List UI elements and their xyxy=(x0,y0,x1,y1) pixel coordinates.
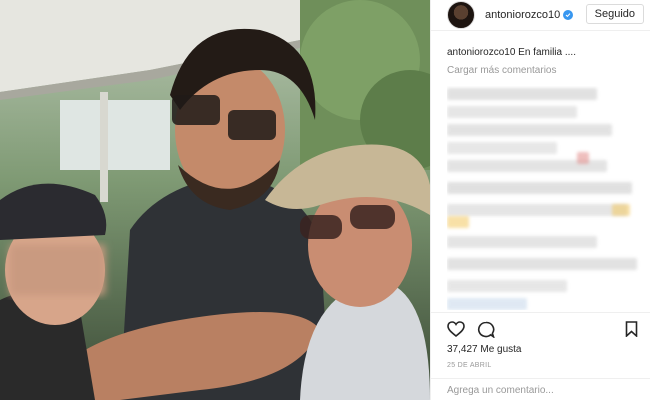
blurred-emoji xyxy=(447,216,469,228)
following-button[interactable]: Seguido xyxy=(585,4,644,24)
blurred-emoji xyxy=(577,152,589,164)
caption-text: En familia .... xyxy=(518,47,576,58)
author-username[interactable]: antoniorozco10 xyxy=(485,9,560,21)
post-photo[interactable] xyxy=(0,0,430,400)
family-selfie-image xyxy=(0,0,430,400)
comment-input[interactable] xyxy=(447,385,637,396)
pixelated-face xyxy=(10,245,105,295)
blurred-comment xyxy=(447,236,597,248)
heart-icon[interactable] xyxy=(447,321,465,342)
blurred-comment xyxy=(447,88,597,100)
blurred-comment xyxy=(447,106,577,118)
caption-username[interactable]: antoniorozco10 xyxy=(447,47,515,58)
blurred-comments xyxy=(447,86,647,310)
post-header: antoniorozco10 Seguido xyxy=(431,0,650,31)
blurred-comment xyxy=(447,258,637,270)
speech-bubble-icon[interactable] xyxy=(477,321,496,343)
instagram-post: antoniorozco10 Seguido antoniorozco10 En… xyxy=(0,0,650,400)
blurred-emoji xyxy=(612,204,630,216)
blurred-comment xyxy=(447,280,567,292)
blurred-comment xyxy=(447,204,627,216)
blurred-comment xyxy=(447,182,632,194)
post-actions xyxy=(431,312,650,343)
blurred-comment xyxy=(447,142,557,154)
verified-badge-icon xyxy=(563,10,574,20)
add-comment-bar xyxy=(431,378,650,400)
blurred-comment xyxy=(447,124,612,136)
bookmark-icon[interactable] xyxy=(625,321,638,342)
blurred-comment xyxy=(447,298,527,310)
post-caption: antoniorozco10 En familia .... xyxy=(431,31,650,59)
post-side-panel: antoniorozco10 Seguido antoniorozco10 En… xyxy=(430,0,650,400)
avatar[interactable] xyxy=(447,1,475,29)
post-date[interactable]: 25 DE ABRIL xyxy=(447,362,492,369)
load-more-comments-link[interactable]: Cargar más comentarios xyxy=(431,59,650,76)
likes-count[interactable]: 37,427 Me gusta xyxy=(447,344,522,355)
